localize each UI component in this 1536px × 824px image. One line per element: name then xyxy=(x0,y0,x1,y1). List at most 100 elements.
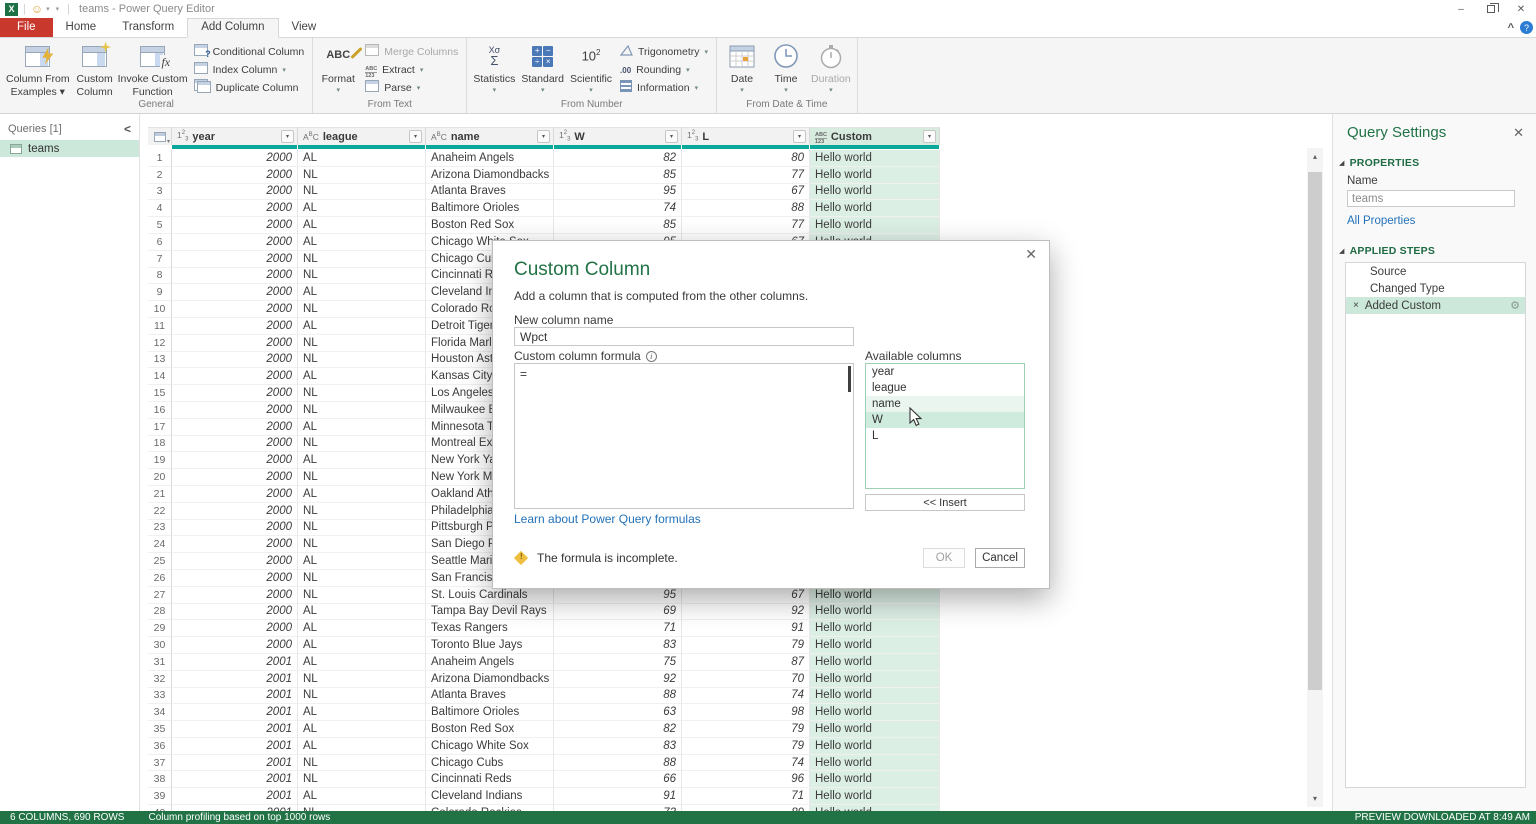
quick-access-toolbar-icon[interactable]: ▾ xyxy=(56,5,60,13)
collapse-ribbon-icon[interactable]: ^ xyxy=(1508,22,1514,34)
row-number[interactable]: 19 xyxy=(148,452,172,469)
cell[interactable]: 2000 xyxy=(172,385,298,402)
ribbon-button-date[interactable]: Date▾ xyxy=(720,39,764,95)
row-number[interactable]: 20 xyxy=(148,469,172,486)
smiley-icon[interactable]: ☺ xyxy=(31,2,43,16)
cell[interactable]: NL xyxy=(298,503,426,520)
cell[interactable]: Hello world xyxy=(810,755,940,772)
cell[interactable]: 74 xyxy=(554,200,682,217)
cell[interactable]: 2000 xyxy=(172,553,298,570)
cell[interactable]: Tampa Bay Devil Rays xyxy=(426,604,554,621)
ribbon-button-duplicate-column[interactable]: Duplicate Column xyxy=(189,80,310,95)
row-number[interactable]: 30 xyxy=(148,637,172,654)
cell[interactable]: NL xyxy=(298,268,426,285)
row-number[interactable]: 17 xyxy=(148,419,172,436)
cell[interactable]: 2000 xyxy=(172,402,298,419)
cell[interactable]: 88 xyxy=(554,688,682,705)
cell[interactable]: 67 xyxy=(682,184,810,201)
cell[interactable]: Cincinnati Reds xyxy=(426,771,554,788)
cell[interactable]: Hello world xyxy=(810,184,940,201)
cell[interactable]: 2001 xyxy=(172,738,298,755)
cell[interactable]: 2001 xyxy=(172,688,298,705)
cell[interactable]: Baltimore Orioles xyxy=(426,704,554,721)
ribbon-button-extract[interactable]: ABC123Extract▾ xyxy=(360,62,463,77)
column-header-league[interactable]: ABCleague▾ xyxy=(298,127,426,145)
row-number[interactable]: 1 xyxy=(148,150,172,167)
new-column-name-input[interactable] xyxy=(514,327,854,346)
cell[interactable]: 95 xyxy=(554,587,682,604)
ribbon-button-format[interactable]: ABCFormat▾ xyxy=(316,39,360,95)
select-all-corner[interactable]: ▾ xyxy=(148,127,172,145)
cell[interactable]: NL xyxy=(298,688,426,705)
cell[interactable]: 2000 xyxy=(172,520,298,537)
ribbon-button-index-column[interactable]: Index Column▾ xyxy=(189,62,310,77)
cell[interactable]: NL xyxy=(298,385,426,402)
row-number[interactable]: 10 xyxy=(148,301,172,318)
query-item-teams[interactable]: teams xyxy=(0,140,139,157)
applied-steps-header[interactable]: ◢ APPLIED STEPS xyxy=(1333,241,1536,261)
cell[interactable]: Hello world xyxy=(810,654,940,671)
cell[interactable]: NL xyxy=(298,671,426,688)
cell[interactable]: 2000 xyxy=(172,251,298,268)
cell[interactable]: Hello world xyxy=(810,637,940,654)
cell[interactable]: 82 xyxy=(554,150,682,167)
cell[interactable]: NL xyxy=(298,184,426,201)
cell[interactable]: Hello world xyxy=(810,704,940,721)
applied-step-changed-type[interactable]: Changed Type xyxy=(1346,280,1525,297)
cell[interactable]: 98 xyxy=(682,704,810,721)
cell[interactable]: 74 xyxy=(682,755,810,772)
cell[interactable]: AL xyxy=(298,318,426,335)
cell[interactable]: 2000 xyxy=(172,436,298,453)
cell[interactable]: 95 xyxy=(554,184,682,201)
ribbon-button-rounding[interactable]: .00Rounding▾ xyxy=(615,62,713,77)
cell[interactable]: AL xyxy=(298,150,426,167)
filter-icon-league[interactable]: ▾ xyxy=(409,130,422,143)
cell[interactable]: Arizona Diamondbacks xyxy=(426,167,554,184)
cell[interactable]: 2000 xyxy=(172,536,298,553)
cell[interactable]: 2000 xyxy=(172,335,298,352)
cell[interactable]: AL xyxy=(298,486,426,503)
row-number[interactable]: 37 xyxy=(148,755,172,772)
cell[interactable]: NL xyxy=(298,402,426,419)
cell[interactable]: 2000 xyxy=(172,486,298,503)
row-number[interactable]: 39 xyxy=(148,788,172,805)
cell[interactable]: 2000 xyxy=(172,452,298,469)
row-number[interactable]: 33 xyxy=(148,688,172,705)
cell[interactable]: 2000 xyxy=(172,301,298,318)
row-number[interactable]: 32 xyxy=(148,671,172,688)
vertical-scrollbar[interactable]: ▴ ▾ xyxy=(1307,148,1323,807)
cell[interactable]: AL xyxy=(298,637,426,654)
row-number[interactable]: 24 xyxy=(148,536,172,553)
filter-icon-year[interactable]: ▾ xyxy=(281,130,294,143)
cell[interactable]: Texas Rangers xyxy=(426,620,554,637)
ribbon-button-trigonometry[interactable]: Trigonometry▾ xyxy=(615,44,713,59)
scrollbar-thumb[interactable] xyxy=(1308,172,1322,690)
row-number[interactable]: 22 xyxy=(148,503,172,520)
row-number[interactable]: 11 xyxy=(148,318,172,335)
column-header-year[interactable]: 123year▾ xyxy=(172,127,298,145)
cell[interactable]: Hello world xyxy=(810,604,940,621)
cell[interactable]: 2000 xyxy=(172,318,298,335)
cell[interactable]: AL xyxy=(298,217,426,234)
cell[interactable]: 2001 xyxy=(172,654,298,671)
cancel-button[interactable]: Cancel xyxy=(975,548,1025,568)
close-icon[interactable]: ✕ xyxy=(1025,246,1037,263)
row-number[interactable]: 26 xyxy=(148,570,172,587)
cell[interactable]: 2000 xyxy=(172,184,298,201)
cell[interactable]: 2001 xyxy=(172,671,298,688)
restore-button[interactable] xyxy=(1476,0,1506,18)
cell[interactable]: 2000 xyxy=(172,570,298,587)
cell[interactable]: NL xyxy=(298,436,426,453)
ribbon-button-statistics[interactable]: ΧσΣStatistics▾ xyxy=(470,39,518,95)
cell[interactable]: Arizona Diamondbacks xyxy=(426,671,554,688)
cell[interactable]: AL xyxy=(298,620,426,637)
close-icon[interactable]: ✕ xyxy=(1513,125,1524,141)
ribbon-button-invoke-custom-function[interactable]: fxInvoke CustomFunction xyxy=(117,39,189,98)
cell[interactable]: NL xyxy=(298,251,426,268)
ribbon-button-column-from-examples[interactable]: Column FromExamples ▾ xyxy=(3,39,73,98)
cell[interactable]: 2000 xyxy=(172,503,298,520)
filter-icon-name[interactable]: ▾ xyxy=(537,130,550,143)
filter-icon-w[interactable]: ▾ xyxy=(665,130,678,143)
cell[interactable]: Boston Red Sox xyxy=(426,721,554,738)
cell[interactable]: 71 xyxy=(682,788,810,805)
